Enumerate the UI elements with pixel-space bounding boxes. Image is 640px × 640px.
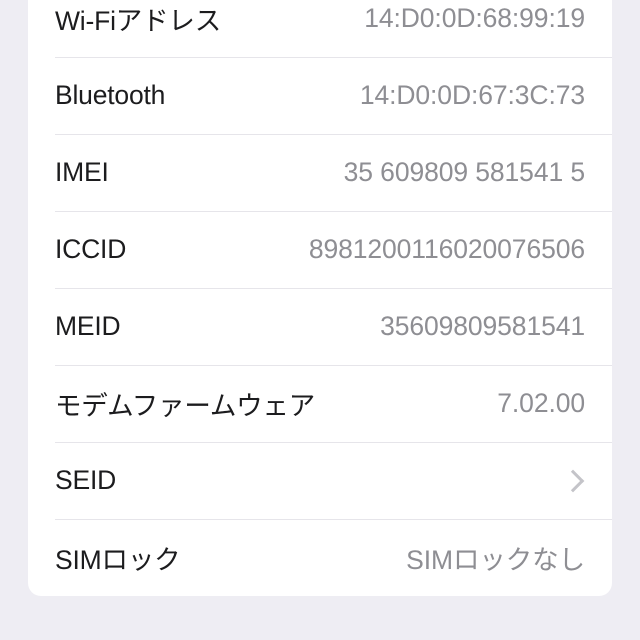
chevron-right-icon (561, 469, 585, 492)
list-item-accessory: SIMロックなし (406, 538, 585, 577)
list-item-value: 14:D0:0D:67:3C:73 (359, 80, 585, 110)
list-item-label: SEID (55, 465, 117, 495)
list-item[interactable]: Bluetooth 14:D0:0D:67:3C:73 (28, 57, 612, 134)
list-item-value: 14:D0:0D:68:99:19 (364, 3, 585, 33)
list-item[interactable]: SIMロック SIMロックなし (28, 519, 612, 596)
list-item-label: IMEI (55, 157, 109, 187)
list-item-value: 35 609809 581541 5 (343, 157, 585, 187)
list-item[interactable]: MEID 35609809581541 (28, 288, 612, 365)
list-item-value: 7.02.00 (497, 388, 585, 418)
list-item-accessory (561, 469, 585, 492)
list-item-label: SIMロック (55, 545, 181, 575)
list-item-accessory: 8981200116020076506 (309, 234, 585, 265)
settings-group-card: Wi-Fiアドレス 14:D0:0D:68:99:19 Bluetooth 14… (28, 0, 612, 596)
list-item[interactable]: モデムファームウェア 7.02.00 (28, 365, 612, 442)
list-item-value: 35609809581541 (380, 311, 585, 341)
list-item-seid[interactable]: SEID (28, 442, 612, 519)
list-item-accessory: 7.02.00 (497, 388, 585, 419)
list-item-accessory: 14:D0:0D:68:99:19 (364, 3, 585, 34)
list-item[interactable]: Wi-Fiアドレス 14:D0:0D:68:99:19 (28, 0, 612, 57)
list-item-label: ICCID (55, 234, 127, 264)
list-item[interactable]: IMEI 35 609809 581541 5 (28, 134, 612, 211)
list-item-label: モデムファームウェア (55, 391, 316, 421)
list-item-value: 8981200116020076506 (308, 234, 585, 264)
list-item-accessory: 14:D0:0D:67:3C:73 (360, 80, 585, 111)
list-item-accessory: 35609809581541 (380, 311, 585, 342)
list-item-label: MEID (55, 311, 121, 341)
list-item-value: SIMロックなし (406, 545, 585, 575)
list-item[interactable]: ICCID 8981200116020076506 (28, 211, 612, 288)
list-item-label: Wi-Fiアドレス (55, 6, 221, 36)
list-item-accessory: 35 609809 581541 5 (344, 157, 585, 188)
list-item-label: Bluetooth (55, 80, 166, 110)
settings-about-screen: Wi-Fiアドレス 14:D0:0D:68:99:19 Bluetooth 14… (0, 0, 640, 640)
